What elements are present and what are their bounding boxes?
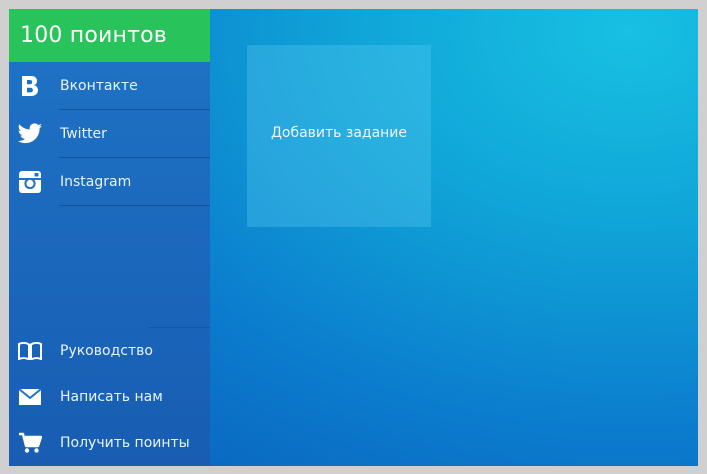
sidebar-item-label: Twitter bbox=[60, 125, 107, 142]
sidebar-item-twitter[interactable]: Twitter bbox=[9, 110, 210, 157]
instagram-icon bbox=[17, 169, 43, 195]
screen-frame: 100 поинтов Вконтакте Twitter Instagram … bbox=[0, 0, 707, 474]
cart-icon bbox=[17, 430, 43, 456]
app-screen: 100 поинтов Вконтакте Twitter Instagram … bbox=[9, 9, 698, 466]
sidebar-item-contact[interactable]: Написать нам bbox=[9, 374, 210, 420]
add-task-label: Добавить задание bbox=[270, 125, 408, 141]
sidebar-item-guide[interactable]: Руководство bbox=[9, 328, 210, 374]
sidebar-bottom-menu: Руководство Написать нам Получить поинты bbox=[9, 327, 210, 466]
sidebar-item-label: Вконтакте bbox=[60, 77, 138, 94]
points-label: 100 поинтов bbox=[20, 23, 167, 48]
vk-icon bbox=[17, 73, 43, 99]
book-icon bbox=[17, 338, 43, 364]
divider bbox=[59, 205, 210, 206]
sidebar-item-get-points[interactable]: Получить поинты bbox=[9, 420, 210, 466]
sidebar-item-label: Руководство bbox=[60, 343, 153, 359]
sidebar-item-vkontakte[interactable]: Вконтакте bbox=[9, 62, 210, 109]
twitter-icon bbox=[17, 121, 43, 147]
sidebar: 100 поинтов Вконтакте Twitter Instagram … bbox=[9, 9, 210, 466]
points-balance: 100 поинтов bbox=[9, 9, 210, 62]
add-task-tile[interactable]: Добавить задание bbox=[247, 45, 431, 227]
sidebar-item-instagram[interactable]: Instagram bbox=[9, 158, 210, 205]
sidebar-item-label: Получить поинты bbox=[60, 435, 190, 451]
envelope-icon bbox=[17, 384, 43, 410]
sidebar-item-label: Написать нам bbox=[60, 389, 163, 405]
sidebar-item-label: Instagram bbox=[60, 173, 132, 190]
